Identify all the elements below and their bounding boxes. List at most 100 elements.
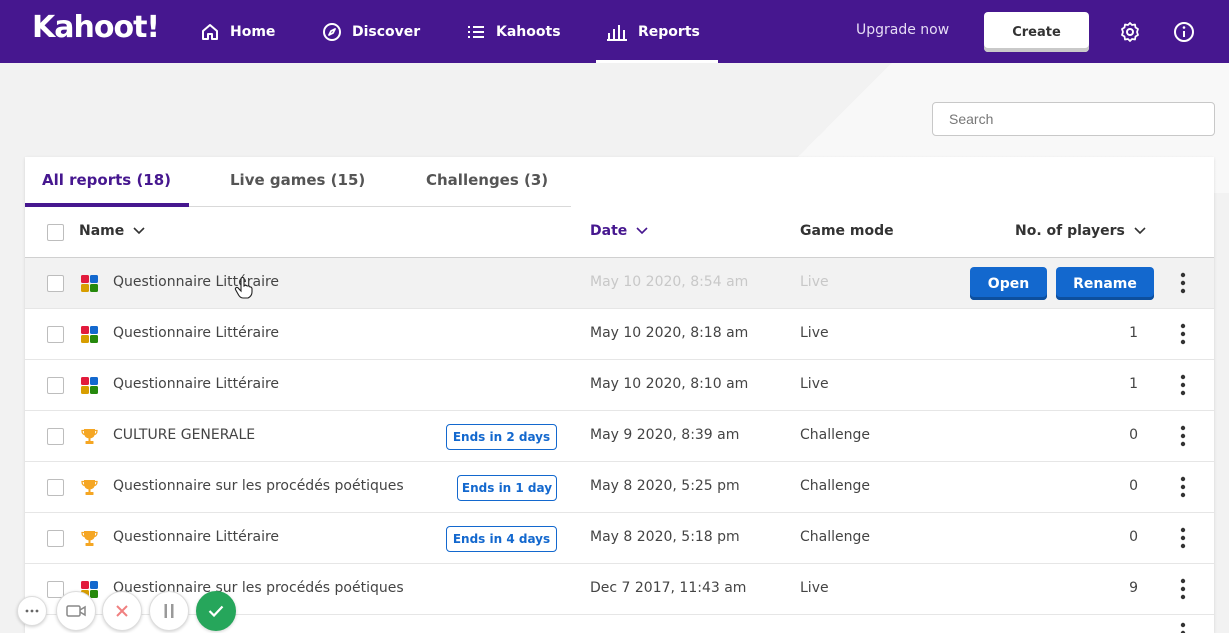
table-row[interactable]: CULTURE GENERALE Ends in 2 days May 9 20… — [25, 411, 1214, 462]
date-column-header[interactable]: Date — [590, 223, 648, 239]
more-options-icon[interactable] — [1173, 322, 1193, 346]
home-icon — [202, 23, 218, 40]
tab-live-games[interactable]: Live games (15) — [230, 171, 365, 189]
chevron-down-icon — [636, 227, 648, 235]
date-header-label: Date — [590, 223, 628, 239]
table-row[interactable]: Questionnaire Littéraire Ends in 4 days … — [25, 513, 1214, 564]
more-options-icon[interactable] — [1173, 526, 1193, 550]
chevron-down-icon — [133, 227, 145, 235]
report-players: 0 — [1129, 427, 1138, 443]
report-date: Dec 7 2017, 11:43 am — [590, 580, 747, 596]
list-icon — [468, 25, 484, 38]
report-name[interactable]: Questionnaire sur les procédés poétiques — [113, 478, 404, 494]
table-row[interactable]: Questionnaire Littéraire May 10 2020, 8:… — [25, 309, 1214, 360]
recorder-finish-button[interactable] — [196, 591, 236, 631]
report-date: May 9 2020, 8:39 am — [590, 427, 740, 443]
report-game-mode: Live — [800, 274, 829, 290]
nav-home[interactable]: Home — [200, 0, 275, 63]
nav-reports[interactable]: Reports — [596, 0, 718, 63]
table-header: Name Date Game mode No. of players — [25, 207, 1214, 258]
report-game-mode: Challenge — [800, 427, 870, 443]
more-options-icon[interactable] — [1173, 424, 1193, 448]
chevron-down-icon — [1134, 227, 1146, 235]
more-options-icon[interactable] — [1173, 373, 1193, 397]
report-date: May 10 2020, 8:10 am — [590, 376, 749, 392]
report-game-mode: Live — [800, 376, 829, 392]
row-checkbox[interactable] — [47, 479, 64, 496]
search-input[interactable] — [932, 102, 1215, 136]
report-name[interactable]: Questionnaire Littéraire — [113, 376, 279, 392]
more-options-icon[interactable] — [1173, 475, 1193, 499]
report-date: May 8 2020, 5:25 pm — [590, 478, 740, 494]
create-button[interactable]: Create — [984, 12, 1089, 52]
trophy-icon — [81, 531, 98, 546]
nav-home-label: Home — [230, 23, 276, 40]
report-game-mode: Challenge — [800, 529, 870, 545]
report-date: May 10 2020, 8:18 am — [590, 325, 749, 341]
report-name[interactable]: Questionnaire Littéraire — [113, 274, 279, 290]
nav-discover[interactable]: Discover — [322, 0, 420, 63]
more-options-icon[interactable] — [1173, 271, 1193, 295]
reports-card: All reports (18) Live games (15) Challen… — [25, 157, 1214, 633]
report-players: 1 — [1129, 325, 1138, 341]
row-checkbox[interactable] — [47, 428, 64, 445]
report-date: May 8 2020, 5:18 pm — [590, 529, 740, 545]
game-mode-column-header: Game mode — [800, 223, 894, 239]
trophy-icon — [81, 429, 98, 444]
ends-in-badge: Ends in 1 day — [457, 475, 557, 501]
top-navigation-bar: Kahoot! Home Discover Kahoots Reports Up… — [0, 0, 1229, 63]
live-game-icon — [81, 275, 98, 292]
reports-chart-icon — [607, 24, 627, 41]
checkmark-icon — [208, 605, 224, 617]
tab-all-reports[interactable]: All reports (18) — [42, 171, 171, 189]
nav-reports-label: Reports — [638, 23, 700, 40]
row-checkbox[interactable] — [47, 530, 64, 547]
live-game-icon — [81, 377, 98, 394]
report-players: 1 — [1129, 376, 1138, 392]
report-date: May 10 2020, 8:54 am — [590, 274, 749, 290]
report-game-mode: Live — [800, 580, 829, 596]
nav-discover-label: Discover — [352, 23, 421, 40]
row-checkbox[interactable] — [47, 326, 64, 343]
table-row[interactable]: Questionnaire sur les procédés poétiques… — [25, 462, 1214, 513]
gear-icon[interactable] — [1119, 21, 1141, 43]
name-header-label: Name — [79, 223, 125, 239]
name-column-header[interactable]: Name — [79, 223, 145, 239]
report-name[interactable]: Questionnaire Littéraire — [113, 529, 279, 545]
screen-recorder-controls — [0, 590, 245, 633]
nav-kahoots[interactable]: Kahoots — [466, 0, 561, 63]
nav-kahoots-label: Kahoots — [496, 23, 561, 40]
more-options-icon[interactable] — [1173, 621, 1193, 633]
close-icon — [116, 605, 128, 617]
table-row[interactable]: Questionnaire Littéraire May 10 2020, 8:… — [25, 258, 1214, 309]
info-icon[interactable] — [1173, 21, 1195, 43]
select-all-checkbox[interactable] — [47, 224, 64, 241]
rename-button[interactable]: Rename — [1056, 267, 1154, 300]
upgrade-now-link[interactable]: Upgrade now — [856, 22, 949, 38]
ends-in-badge: Ends in 4 days — [446, 526, 557, 552]
players-column-header[interactable]: No. of players — [1015, 223, 1146, 239]
report-tabs: All reports (18) Live games (15) Challen… — [25, 157, 571, 207]
compass-icon — [323, 22, 341, 41]
webcam-icon — [66, 605, 86, 617]
tab-challenges[interactable]: Challenges (3) — [426, 171, 548, 189]
open-button[interactable]: Open — [970, 267, 1047, 300]
table-row[interactable]: Questionnaire Littéraire May 10 2020, 8:… — [25, 360, 1214, 411]
report-game-mode: Live — [800, 325, 829, 341]
report-name[interactable]: CULTURE GENERALE — [113, 427, 255, 443]
trophy-icon — [81, 480, 98, 495]
ends-in-badge: Ends in 2 days — [446, 424, 557, 450]
row-checkbox[interactable] — [47, 377, 64, 394]
more-options-icon[interactable] — [1173, 577, 1193, 601]
row-checkbox[interactable] — [47, 275, 64, 292]
report-name[interactable]: Questionnaire Littéraire — [113, 325, 279, 341]
kahoot-logo[interactable]: Kahoot! — [32, 10, 160, 45]
report-players: 0 — [1129, 478, 1138, 494]
report-players: 9 — [1129, 580, 1138, 596]
recorder-cancel-button[interactable] — [102, 591, 142, 631]
recorder-pause-button[interactable] — [149, 591, 189, 631]
recorder-webcam-button[interactable] — [56, 591, 96, 631]
more-horizontal-icon — [25, 609, 39, 613]
recorder-more-button[interactable] — [17, 596, 47, 626]
report-game-mode: Challenge — [800, 478, 870, 494]
